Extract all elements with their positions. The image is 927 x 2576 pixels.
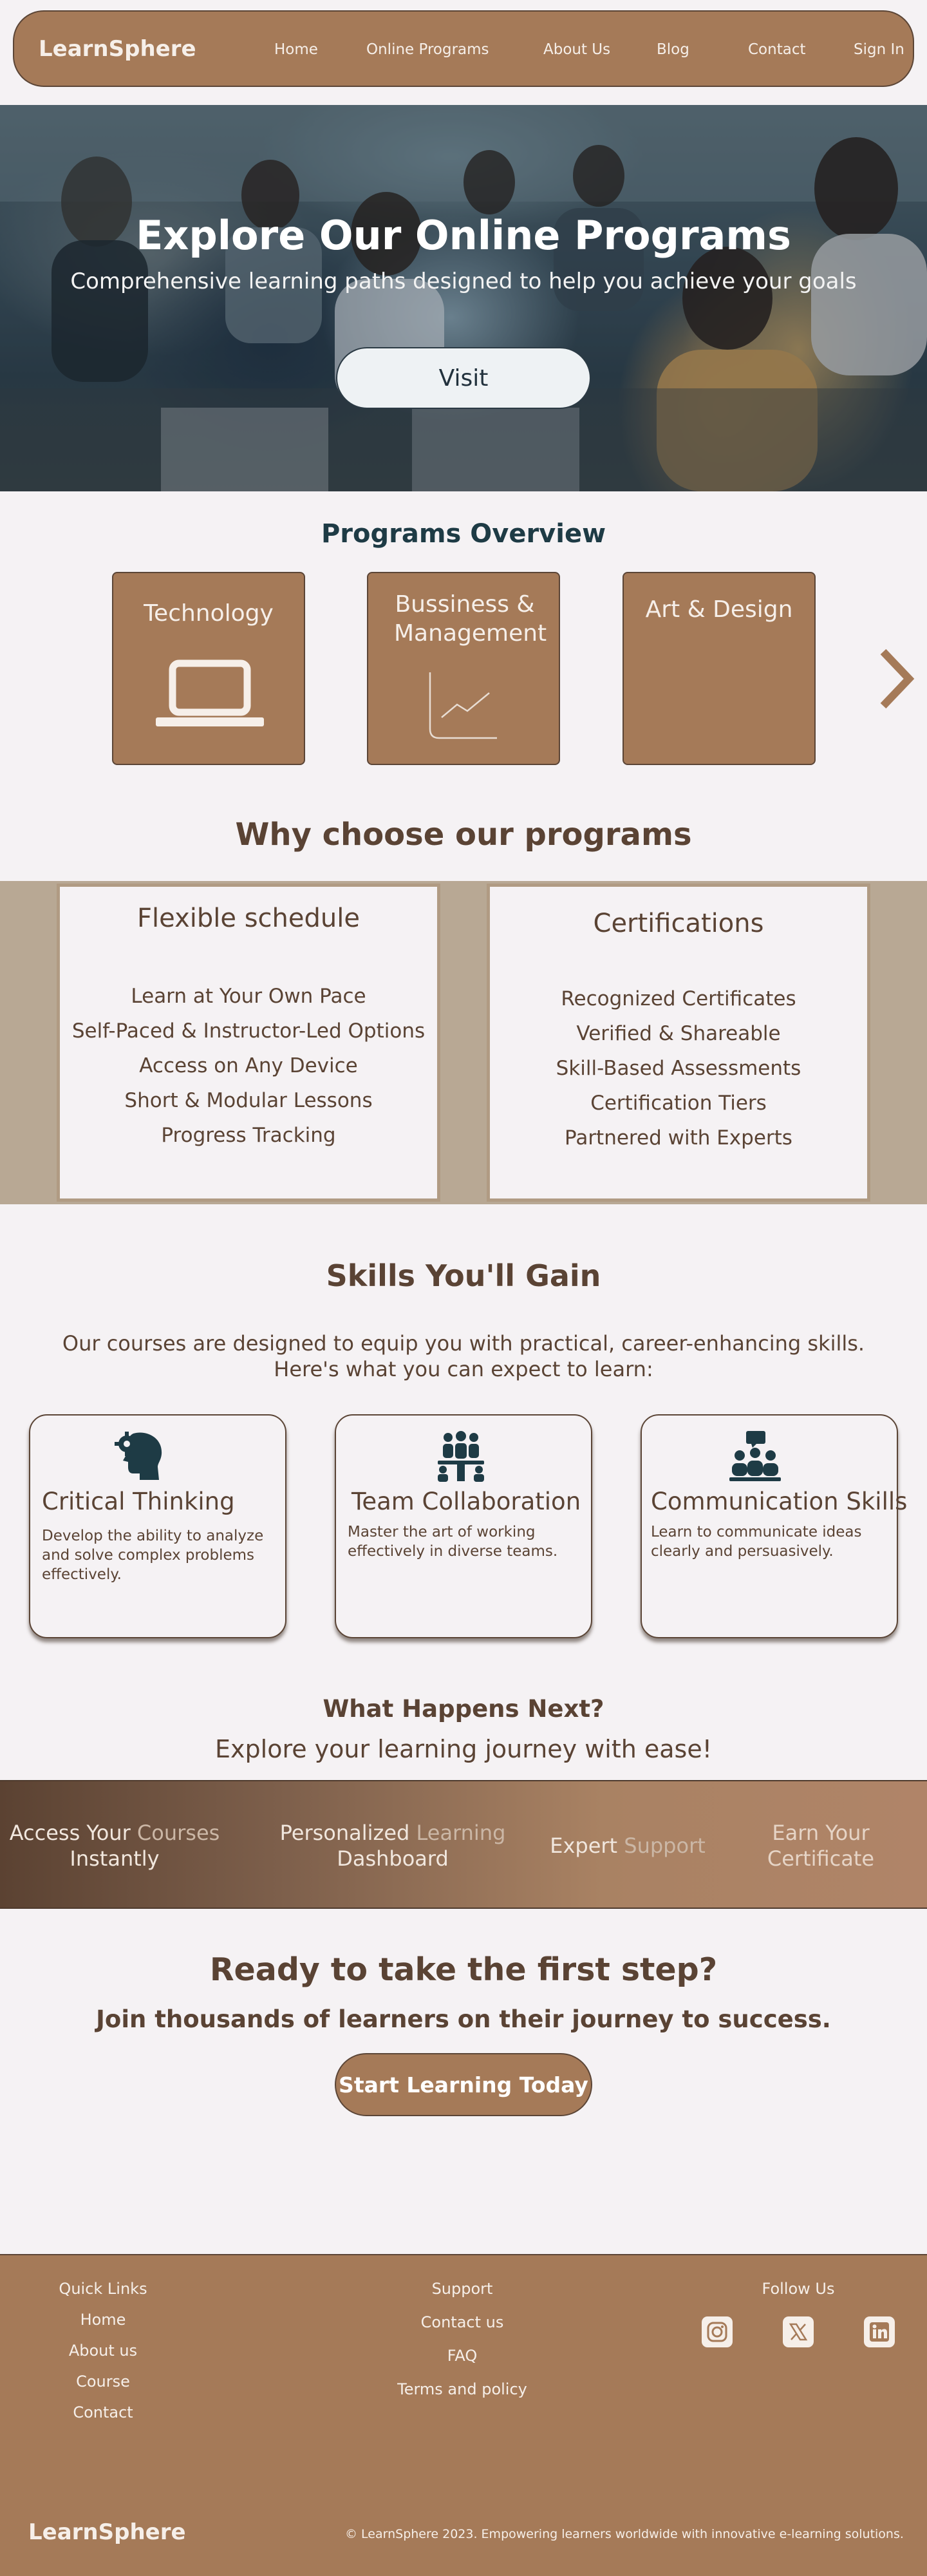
- skill-card-title: Communication Skills: [651, 1488, 908, 1515]
- journey-step-text: Courses: [136, 1821, 220, 1845]
- program-card-business-management[interactable]: Bussiness & Management: [367, 572, 560, 765]
- why-item: Short & Modular Lessons: [124, 1089, 373, 1112]
- why-choose-title: Why choose our programs: [235, 817, 692, 853]
- why-item: Progress Tracking: [161, 1124, 336, 1147]
- programs-overview-title: Programs Overview: [321, 519, 606, 549]
- skill-card-desc: Master the art of working effectively in…: [348, 1524, 558, 1560]
- skill-card-title: Team Collaboration: [351, 1488, 581, 1515]
- journey-step-text: Learning: [416, 1821, 506, 1845]
- journey-step: Expert Support: [541, 1833, 715, 1859]
- skill-card-critical-thinking: Critical Thinking Develop the ability to…: [29, 1414, 286, 1638]
- skill-card-communication-skills: Communication Skills Learn to communicat…: [641, 1414, 907, 1638]
- brain-gear-icon: [115, 1432, 162, 1480]
- program-card-technology[interactable]: Technology: [112, 572, 305, 765]
- why-item: Certification Tiers: [590, 1092, 767, 1115]
- footer-link-faq[interactable]: FAQ: [379, 2347, 546, 2365]
- footer-link-contact[interactable]: Contact: [39, 2403, 167, 2421]
- skills-intro: Our courses are designed to equip you wi…: [0, 1331, 927, 1382]
- footer-link-home[interactable]: Home: [39, 2311, 167, 2329]
- why-box-heading: Flexible schedule: [137, 904, 360, 933]
- top-navbar: LearnSphere Home Online Programs About U…: [13, 10, 914, 87]
- footer-link-course[interactable]: Course: [39, 2372, 167, 2391]
- footer-link-about-us[interactable]: About us: [39, 2342, 167, 2360]
- start-learning-button[interactable]: Start Learning Today: [335, 2053, 592, 2116]
- visit-button[interactable]: Visit: [336, 347, 591, 409]
- skill-card-desc: Develop the ability to analyze and solve…: [42, 1528, 264, 1583]
- journey-step-text: Support: [624, 1833, 706, 1858]
- hero-overlay: [0, 105, 927, 491]
- why-item: Skill-Based Assessments: [556, 1057, 801, 1080]
- footer-support-title: Support: [431, 2280, 493, 2298]
- team-meeting-icon: [438, 1431, 484, 1482]
- footer-link-contact-us[interactable]: Contact us: [379, 2313, 546, 2331]
- chart-icon: [429, 672, 497, 739]
- footer-brand[interactable]: LearnSphere: [28, 2519, 186, 2545]
- journey-step: Access Your Courses Instantly: [5, 1820, 224, 1871]
- journey-step-text: Dashboard: [337, 1846, 449, 1871]
- nav-link-blog[interactable]: Blog: [657, 41, 689, 58]
- footer-quick-links-title: Quick Links: [59, 2280, 147, 2298]
- journey-step-text: Access Your: [9, 1821, 131, 1845]
- why-item: Recognized Certificates: [561, 987, 796, 1010]
- footer-link-terms[interactable]: Terms and policy: [379, 2380, 546, 2398]
- chevron-right-icon[interactable]: [877, 648, 915, 710]
- journey-step-text: Certificate: [767, 1846, 875, 1871]
- why-box-certifications: Certifications Recognized Certificates V…: [487, 884, 870, 1202]
- skill-card-desc: Learn to communicate ideas clearly and p…: [651, 1524, 862, 1560]
- hero-title: Explore Our Online Programs: [136, 212, 791, 259]
- why-box-flexible-schedule: Flexible schedule Learn at Your Own Pace…: [57, 884, 440, 1202]
- nav-link-sign-in[interactable]: Sign In: [854, 41, 904, 58]
- program-card-label: Art & Design: [645, 596, 793, 623]
- skills-title: Skills You'll Gain: [326, 1258, 601, 1293]
- laptop-icon: [156, 659, 264, 726]
- skills-intro-line: Here's what you can expect to learn:: [274, 1357, 653, 1381]
- what-happens-next-title: What Happens Next?: [323, 1695, 604, 1723]
- footer-copyright: © LearnSphere 2023. Empowering learners …: [345, 2527, 904, 2541]
- journey-step: Personalized Learning Dashboard: [270, 1820, 515, 1871]
- why-box-heading: Certifications: [593, 909, 764, 938]
- nav-link-about-us[interactable]: About Us: [543, 41, 610, 58]
- skills-intro-line: Our courses are designed to equip you wi…: [62, 1331, 865, 1356]
- linkedin-icon[interactable]: [864, 2316, 895, 2347]
- program-card-label: Technology: [144, 600, 274, 627]
- program-card-art-design[interactable]: Art & Design: [623, 572, 816, 765]
- x-icon[interactable]: [783, 2316, 814, 2347]
- cta-title: Ready to take the first step?: [209, 1951, 718, 1988]
- hero-subtitle: Comprehensive learning paths designed to…: [70, 269, 857, 294]
- skill-card-title: Critical Thinking: [42, 1488, 235, 1515]
- journey-step-text: Earn Your: [772, 1821, 870, 1845]
- journey-steps-band: Access Your Courses Instantly Personaliz…: [0, 1780, 927, 1909]
- why-item: Learn at Your Own Pace: [131, 985, 366, 1008]
- journey-step-text: Expert: [550, 1833, 618, 1858]
- journey-step: Earn Your Certificate: [747, 1820, 895, 1871]
- why-item: Access on Any Device: [139, 1054, 358, 1077]
- nav-link-contact[interactable]: Contact: [748, 41, 805, 58]
- what-happens-next-subtitle: Explore your learning journey with ease!: [215, 1735, 712, 1763]
- why-item: Self-Paced & Instructor-Led Options: [71, 1019, 426, 1043]
- footer-follow-title: Follow Us: [762, 2280, 835, 2298]
- nav-link-home[interactable]: Home: [274, 41, 318, 58]
- program-card-label: Bussiness & Management: [394, 591, 547, 647]
- journey-step-text: Personalized: [279, 1821, 410, 1845]
- skill-card-team-collaboration: Team Collaboration Master the art of wor…: [335, 1414, 592, 1638]
- presentation-icon: [729, 1431, 781, 1481]
- cta-subtitle: Join thousands of learners on their jour…: [96, 2005, 831, 2033]
- nav-link-online-programs[interactable]: Online Programs: [366, 41, 489, 58]
- hero-banner: Explore Our Online Programs Comprehensiv…: [0, 105, 927, 491]
- why-item: Verified & Shareable: [576, 1022, 781, 1045]
- brand-logo[interactable]: LearnSphere: [39, 36, 196, 62]
- journey-step-text: Instantly: [70, 1846, 160, 1871]
- why-item: Partnered with Experts: [565, 1126, 792, 1150]
- instagram-icon[interactable]: [702, 2316, 733, 2347]
